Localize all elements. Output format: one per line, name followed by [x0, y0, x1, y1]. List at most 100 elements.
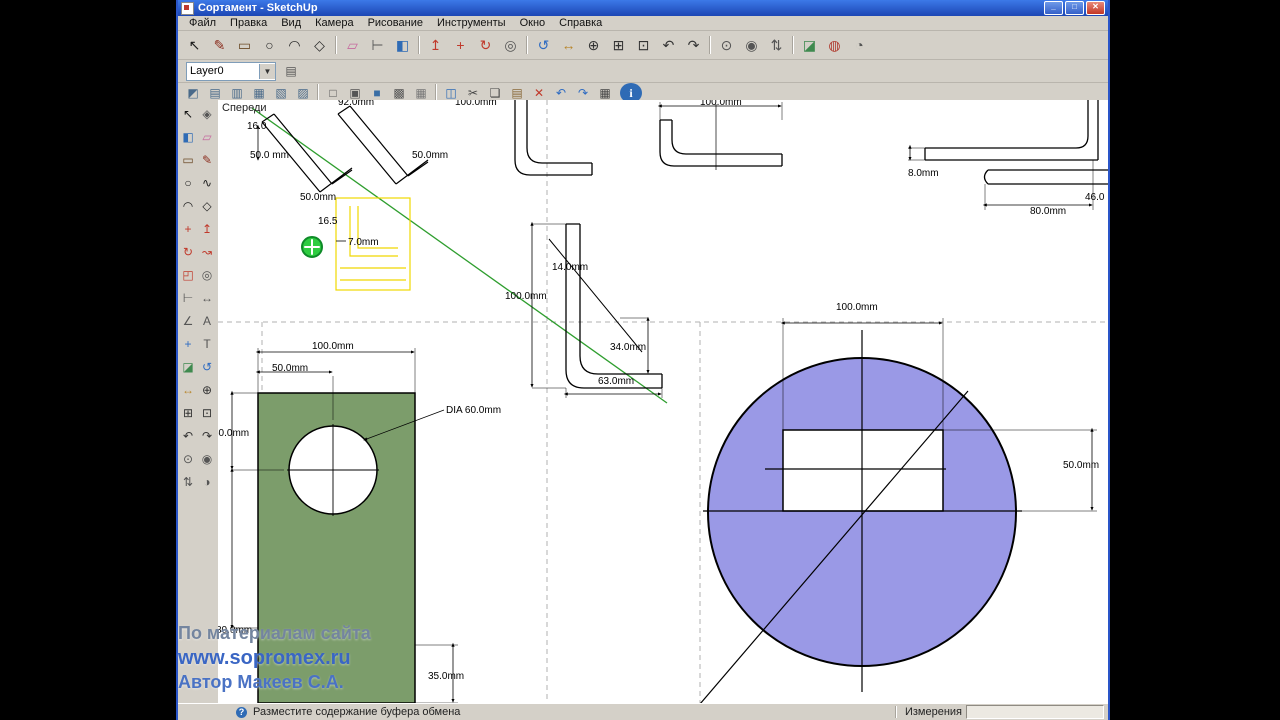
text-tool-icon[interactable]: A [197, 309, 217, 332]
circle-tool-icon[interactable]: ○ [178, 171, 198, 194]
section-plane-tool-icon[interactable]: ◪ [178, 355, 198, 378]
offset-tool-icon[interactable]: ◎ [197, 263, 217, 286]
tilted-angle-sketches[interactable] [261, 105, 429, 193]
polygon-tool-icon[interactable]: ◇ [307, 33, 332, 58]
get-models-icon[interactable]: ◍ [822, 33, 847, 58]
chevron-down-icon[interactable]: ▼ [259, 63, 275, 79]
axes-tool-icon[interactable]: + [178, 332, 198, 355]
blue-disc[interactable] [699, 330, 1022, 704]
next-view-icon[interactable]: ↷ [681, 33, 706, 58]
protractor-tool-icon[interactable]: ∠ [178, 309, 198, 332]
orbit-tool-icon[interactable]: ↺ [531, 33, 556, 58]
menu-item[interactable]: Рисование [361, 17, 430, 29]
circle-tool-icon[interactable]: ○ [257, 33, 282, 58]
menu-item[interactable]: Камера [308, 17, 360, 29]
angle-profile-a[interactable] [514, 100, 593, 176]
close-button[interactable]: ✕ [1086, 1, 1105, 15]
measurements-input[interactable] [966, 705, 1104, 719]
zoom-window-tool-icon[interactable]: ⊞ [606, 33, 631, 58]
window-title: Сортамент - SketchUp [198, 2, 318, 14]
push-pull-tool-icon[interactable]: ↥ [423, 33, 448, 58]
arc-tool-icon[interactable]: ◠ [178, 194, 198, 217]
walk-tool-icon[interactable]: ⇅ [178, 470, 198, 493]
menu-item[interactable]: Файл [182, 17, 223, 29]
look-around-tool-icon[interactable]: ◉ [197, 447, 217, 470]
layer-manager-icon[interactable]: ▤ [280, 61, 302, 81]
3d-text-tool-icon[interactable]: T [197, 332, 217, 355]
styles-icon[interactable]: ◔ [847, 33, 872, 58]
menu-item[interactable]: Окно [513, 17, 553, 29]
section-plane-tool-icon[interactable]: ◪ [797, 33, 822, 58]
move-tool-icon[interactable]: + [448, 33, 473, 58]
menu-item[interactable]: Вид [274, 17, 308, 29]
layer-select[interactable]: Layer0 ▼ [186, 61, 276, 81]
measurements-label: Измерения [904, 706, 962, 718]
line-tool-icon[interactable]: ✎ [197, 148, 217, 171]
paint-bucket-tool-icon[interactable]: ◧ [390, 33, 415, 58]
next-view-icon[interactable]: ↷ [197, 424, 217, 447]
offset-tool-icon[interactable]: ◎ [498, 33, 523, 58]
sketchup-window: Сортамент - SketchUp _ □ ✕ Файл Правка Вид… [176, 0, 1110, 720]
zoom-tool-icon[interactable]: ⊕ [197, 378, 217, 401]
rectangle-tool-icon[interactable]: ▭ [178, 148, 198, 171]
dimension-tool-icon[interactable]: ↔ [197, 286, 217, 309]
tape-measure-tool-icon[interactable]: ⊢ [365, 33, 390, 58]
disc-notch [782, 429, 944, 512]
eraser-tool-icon[interactable]: ▱ [340, 33, 365, 58]
rotate-tool-icon[interactable]: ↻ [473, 33, 498, 58]
toolbar-separator [709, 36, 711, 54]
green-plate[interactable] [257, 392, 445, 704]
select-tool-icon[interactable]: ↖ [178, 102, 198, 125]
layer-select-value: Layer0 [190, 65, 224, 77]
follow-me-tool-icon[interactable]: ↝ [197, 240, 217, 263]
status-bar: ? Разместите содержание буфера обмена Из… [178, 703, 1108, 720]
orbit-tool-icon[interactable]: ↺ [197, 355, 217, 378]
position-camera-tool-icon[interactable]: ⊙ [178, 447, 198, 470]
look-around-tool-icon[interactable]: ◉ [739, 33, 764, 58]
position-camera-tool-icon[interactable]: ⊙ [714, 33, 739, 58]
walk-tool-icon[interactable]: ⇅ [764, 33, 789, 58]
angle-profile-b[interactable] [659, 104, 783, 170]
menu-item[interactable]: Инструменты [430, 17, 513, 29]
view-name-label: Спереди [222, 102, 267, 114]
polygon-tool-icon[interactable]: ◇ [197, 194, 217, 217]
model-drawing [218, 100, 1108, 704]
layers-toolbar: Layer0 ▼ ▤ [178, 60, 1108, 83]
eraser-tool-icon[interactable]: ▱ [197, 125, 217, 148]
angle-profile-d[interactable] [548, 223, 663, 389]
arc-tool-icon[interactable]: ◠ [282, 33, 307, 58]
zoom-tool-icon[interactable]: ⊕ [581, 33, 606, 58]
pan-tool-icon[interactable]: ↔ [178, 378, 198, 401]
help-icon[interactable]: ? [236, 706, 247, 718]
toolbar-separator [792, 36, 794, 54]
rectangle-tool-icon[interactable]: ▭ [232, 33, 257, 58]
scale-tool-icon[interactable]: ◰ [178, 263, 198, 286]
rotate-tool-icon[interactable]: ↻ [178, 240, 198, 263]
app-icon [181, 1, 194, 15]
tape-measure-tool-icon[interactable]: ⊢ [178, 286, 198, 309]
title-bar[interactable]: Сортамент - SketchUp _ □ ✕ [178, 0, 1108, 16]
status-hint: Разместите содержание буфера обмена [253, 706, 461, 718]
minimize-button[interactable]: _ [1044, 1, 1063, 15]
pan-tool-icon[interactable]: ↔ [556, 33, 581, 58]
line-tool-icon[interactable]: ✎ [207, 33, 232, 58]
maximize-button[interactable]: □ [1065, 1, 1084, 15]
select-tool-icon[interactable]: ↖ [182, 33, 207, 58]
screen: Сортамент - SketchUp _ □ ✕ Файл Правка Вид… [0, 0, 1280, 720]
previous-view-icon[interactable]: ↶ [178, 424, 198, 447]
move-tool-icon[interactable]: + [178, 217, 198, 240]
previous-view-icon[interactable]: ↶ [656, 33, 681, 58]
push-pull-tool-icon[interactable]: ↥ [197, 217, 217, 240]
shadows-toggle-icon[interactable]: ◑ [197, 470, 217, 493]
paint-bucket-tool-icon[interactable]: ◧ [178, 125, 198, 148]
drawing-canvas[interactable]: Спереди 16.0 50.0 mm 92.0mm 100.0mm 50.0mm 50… [218, 100, 1108, 704]
angle-profile-c[interactable] [924, 100, 1108, 185]
menu-item[interactable]: Справка [552, 17, 609, 29]
zoom-extents-tool-icon[interactable]: ⊡ [631, 33, 656, 58]
tool-palette: ↖ ◈ ◧ ▱ ▭ ✎ ○ ∿ ◠ ◇ + ↥ ↻ ↝ ◰ ◎ ⊢ ↔ ∠ A + T ◪ ↺ ↔ ⊕ ⊞ ⊡ ↶ ↷ ⊙ ◉ ⇅ ◑ [178, 100, 219, 496]
make-component-icon[interactable]: ◈ [197, 102, 217, 125]
zoom-extents-tool-icon[interactable]: ⊡ [197, 401, 217, 424]
menu-item[interactable]: Правка [223, 17, 274, 29]
freehand-tool-icon[interactable]: ∿ [197, 171, 217, 194]
zoom-window-tool-icon[interactable]: ⊞ [178, 401, 198, 424]
